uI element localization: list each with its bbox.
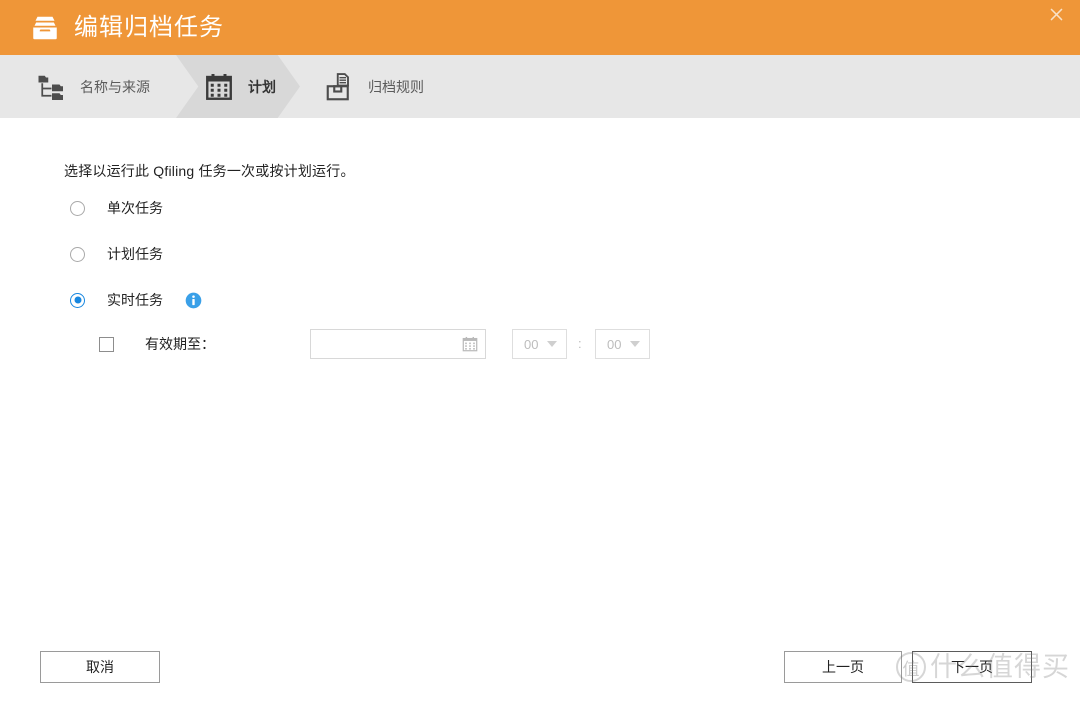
expiry-row: 有效期至： 00 : 00 (99, 329, 650, 359)
expiry-minute-value: 00 (607, 336, 622, 352)
title-bar: 编辑归档任务 (0, 0, 1080, 55)
previous-page-button[interactable]: 上一页 (784, 651, 902, 683)
expiry-hour-value: 00 (524, 336, 539, 352)
info-icon[interactable] (185, 292, 202, 309)
calendar-icon[interactable] (462, 336, 478, 352)
radio-label: 计划任务 (107, 246, 163, 262)
radio-one-time[interactable] (70, 200, 85, 216)
expiry-hour-select[interactable]: 00 (512, 329, 567, 359)
close-icon (1050, 8, 1062, 20)
radio-option-scheduled[interactable]: 计划任务 (70, 244, 163, 264)
radio-real-time[interactable] (70, 292, 85, 308)
step-schedule[interactable]: 计划 (204, 55, 276, 118)
expiry-checkbox[interactable] (99, 336, 114, 352)
radio-option-one-time[interactable]: 单次任务 (70, 198, 163, 218)
chevron-down-icon (630, 341, 641, 347)
step-breadcrumb-bar: 名称与来源 计划 归档规则 (0, 55, 1080, 118)
expiry-date-input[interactable] (310, 329, 486, 359)
archive-rule-icon (326, 72, 349, 100)
radio-option-real-time[interactable]: 实时任务 (70, 290, 202, 310)
footer-bar: 取消 上一页 下一页 (0, 639, 1080, 707)
next-page-button[interactable]: 下一页 (912, 651, 1032, 683)
intro-text: 选择以运行此 Qfiling 任务一次或按计划运行。 (64, 163, 355, 179)
step-label: 归档规则 (368, 78, 424, 95)
main-content: 选择以运行此 Qfiling 任务一次或按计划运行。 单次任务 计划任务 实时任… (0, 118, 1080, 639)
expiry-label: 有效期至： (145, 336, 215, 352)
time-separator: : (578, 336, 582, 351)
expiry-minute-select[interactable]: 00 (595, 329, 650, 359)
close-button[interactable] (1040, 0, 1072, 28)
step-label: 名称与来源 (80, 78, 150, 95)
radio-label: 实时任务 (107, 292, 163, 308)
radio-scheduled[interactable] (70, 246, 85, 262)
radio-label: 单次任务 (107, 200, 163, 216)
folder-tree-icon (38, 75, 63, 100)
archive-box-icon (33, 16, 57, 39)
window-title: 编辑归档任务 (74, 13, 224, 41)
chevron-down-icon (547, 341, 558, 347)
step-label: 计划 (248, 78, 276, 95)
cancel-button[interactable]: 取消 (40, 651, 160, 683)
calendar-icon (206, 73, 232, 100)
step-archive-rules[interactable]: 归档规则 (324, 55, 424, 118)
step-name-and-source[interactable]: 名称与来源 (36, 55, 150, 118)
